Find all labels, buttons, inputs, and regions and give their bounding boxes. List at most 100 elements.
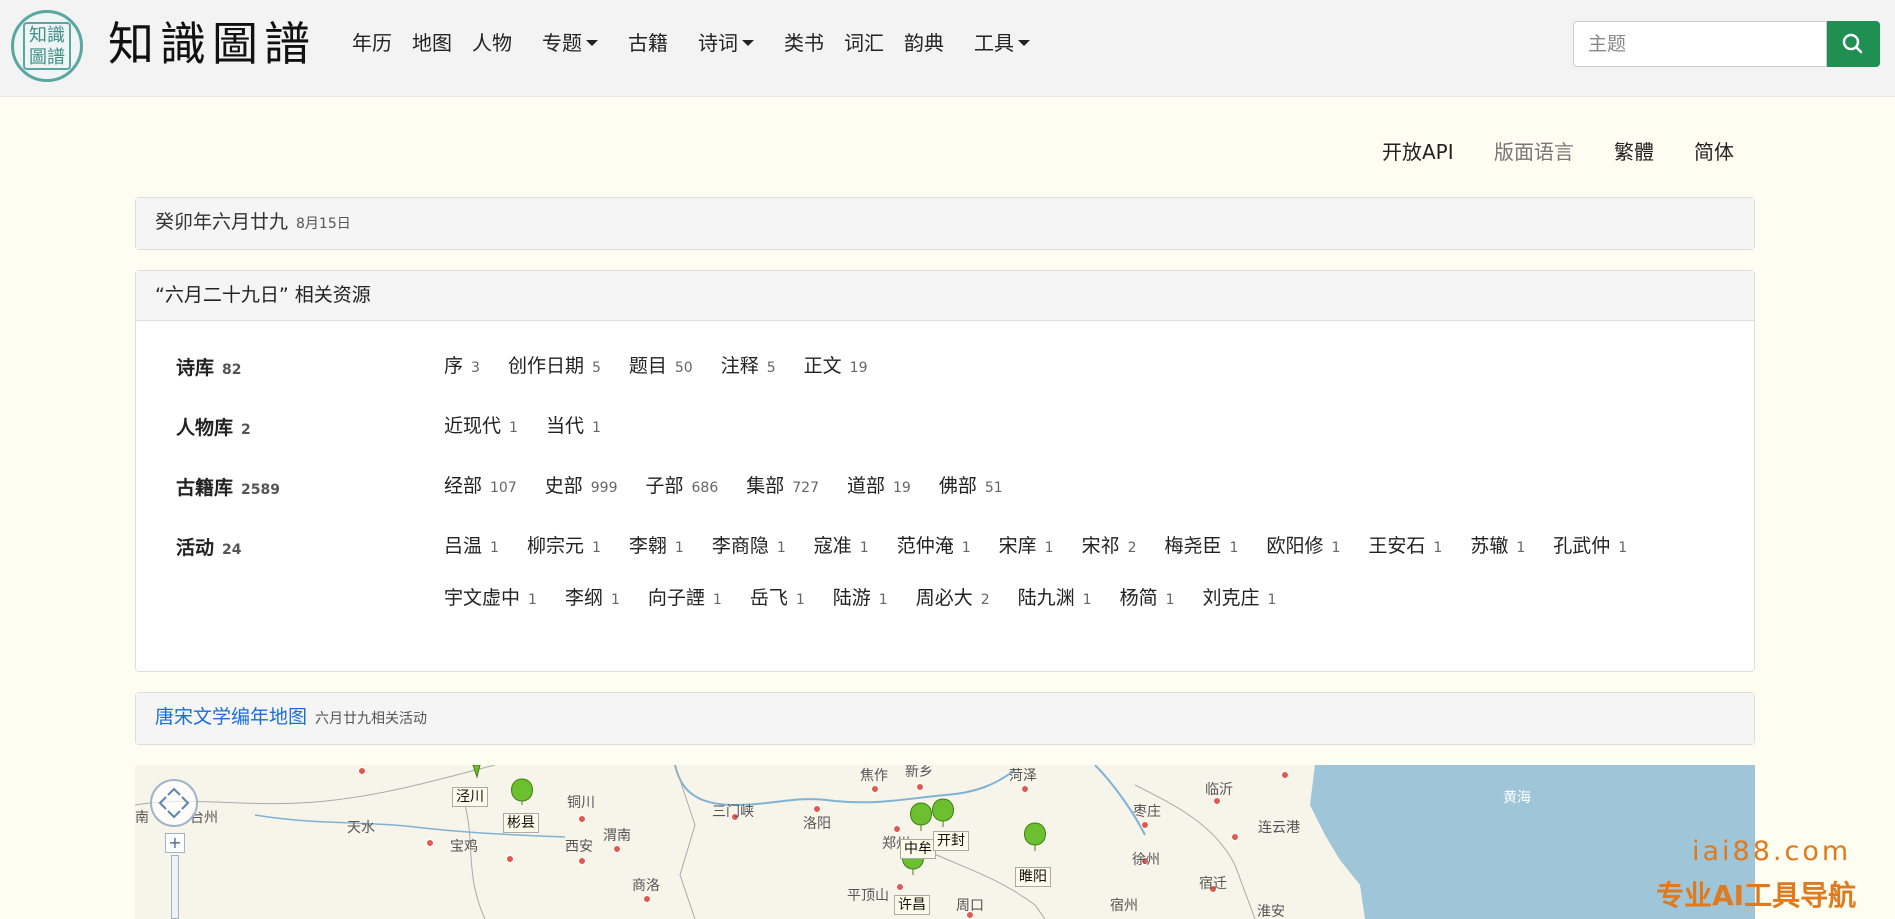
- resource-tag[interactable]: 子部 686: [646, 471, 719, 503]
- traditional-chinese-link[interactable]: 繁體: [1614, 137, 1654, 167]
- person-tag[interactable]: 苏辙 1: [1470, 531, 1525, 563]
- resource-tag[interactable]: 近现代 1: [444, 411, 518, 443]
- nav-item-vocabulary[interactable]: 词汇: [844, 28, 884, 58]
- nav-item-ancient-books[interactable]: 古籍: [628, 28, 668, 58]
- pan-arrows-icon: [158, 787, 190, 819]
- tag-label: 苏辙: [1470, 535, 1509, 557]
- zoom-in-button[interactable]: +: [165, 833, 185, 853]
- map-place-label: 洛阳: [803, 816, 831, 832]
- nav-item-topics-dropdown[interactable]: 专题: [542, 28, 598, 58]
- person-tag[interactable]: 宋庠 1: [999, 531, 1054, 563]
- resource-tag[interactable]: 史部 999: [545, 471, 618, 503]
- person-tag[interactable]: 陆九渊 1: [1018, 583, 1092, 615]
- person-tag[interactable]: 梅尧臣 1: [1165, 531, 1239, 563]
- person-tag[interactable]: 陆游 1: [833, 583, 888, 615]
- tag-label: 史部: [544, 475, 583, 497]
- nav-item-tools-dropdown[interactable]: 工具: [974, 28, 1030, 58]
- person-tag[interactable]: 李纲 1: [565, 583, 620, 615]
- nav-label: 韵典: [904, 31, 944, 55]
- resource-tag[interactable]: 道部 19: [847, 471, 911, 503]
- resource-tag[interactable]: 注释 5: [721, 351, 776, 383]
- resource-tag[interactable]: 经部 107: [444, 471, 517, 503]
- tag-label: 吕温: [444, 535, 483, 557]
- tag-label: 注释: [720, 355, 759, 377]
- resource-tag[interactable]: 集部 727: [746, 471, 819, 503]
- tag-label: 刘克庄: [1202, 587, 1260, 609]
- search-button[interactable]: [1827, 21, 1880, 67]
- category-poetry-db[interactable]: 诗库 82: [176, 353, 242, 380]
- tag-count: 51: [984, 480, 1003, 496]
- caret-down-icon: [586, 40, 598, 46]
- resource-tag[interactable]: 序3: [444, 351, 480, 383]
- nav-item-people[interactable]: 人物: [472, 28, 512, 58]
- nav-item-map[interactable]: 地图: [412, 28, 452, 58]
- person-tag[interactable]: 范仲淹 1: [897, 531, 971, 563]
- zoom-slider[interactable]: [171, 855, 179, 919]
- resource-tag[interactable]: 题目 50: [629, 351, 693, 383]
- map-place-label: 焦作: [860, 768, 888, 784]
- tag-label: 道部: [847, 475, 886, 497]
- site-logo-seal[interactable]: 知識圖譜: [11, 10, 83, 82]
- resource-tag[interactable]: 创作日期 5: [508, 351, 601, 383]
- person-tag[interactable]: 寇准 1: [814, 531, 869, 563]
- person-tag[interactable]: 周必大 2: [916, 583, 990, 615]
- person-tag[interactable]: 王安石 1: [1368, 531, 1442, 563]
- person-tag[interactable]: 向子諲 1: [648, 583, 722, 615]
- search-input[interactable]: [1573, 21, 1827, 67]
- map-marker-label[interactable]: 彬县: [503, 813, 539, 833]
- nav-item-calendar[interactable]: 年历: [352, 28, 392, 58]
- activity-map[interactable]: 南 台州 天水 宝鸡 铜川 西安 渭南 商洛 三门峡 洛阳 焦作 新乡 郑州 平…: [135, 765, 1755, 919]
- tag-count: 5: [766, 360, 776, 376]
- map-marker-label[interactable]: 睢阳: [1015, 867, 1051, 887]
- map-place-label: 连云港: [1258, 820, 1300, 836]
- map-panel: 唐宋文学编年地图 六月廿九相关活动: [135, 692, 1755, 745]
- person-tag[interactable]: 欧阳修 1: [1266, 531, 1340, 563]
- tag-count: 50: [674, 360, 693, 376]
- category-ancient-books-db[interactable]: 古籍库 2589: [176, 473, 280, 500]
- resource-tag[interactable]: 正文 19: [804, 351, 868, 383]
- chronology-map-link[interactable]: 唐宋文学编年地图: [155, 706, 307, 728]
- tag-count: 1: [528, 592, 537, 608]
- nav-item-leishu[interactable]: 类书: [784, 28, 824, 58]
- map-marker-label[interactable]: 许昌: [894, 895, 930, 915]
- nav-item-rhyme-dictionary[interactable]: 韵典: [904, 28, 944, 58]
- tag-count: 1: [961, 540, 971, 556]
- resource-tag[interactable]: 佛部 51: [939, 471, 1003, 503]
- tag-label: 杨简: [1119, 587, 1158, 609]
- category-activities[interactable]: 活动 24: [176, 533, 242, 560]
- person-tag[interactable]: 宋祁 2: [1082, 531, 1137, 563]
- map-place-label: 宝鸡: [450, 839, 478, 855]
- person-tag[interactable]: 岳飞 1: [750, 583, 805, 615]
- person-tag[interactable]: 宇文虚中 1: [444, 583, 537, 615]
- date-panel: 癸卯年六月廿九 8月15日: [135, 197, 1755, 250]
- simplified-chinese-link[interactable]: 简体: [1694, 137, 1734, 167]
- map-place-label: 三门峡: [712, 804, 754, 820]
- map-marker-label[interactable]: 中牟: [900, 839, 936, 859]
- tag-count: 999: [590, 480, 618, 496]
- open-api-link[interactable]: 开放API: [1382, 137, 1454, 167]
- tag-count: 1: [859, 540, 869, 556]
- category-people-db[interactable]: 人物库 2: [176, 413, 251, 440]
- nav-label: 专题: [542, 31, 582, 55]
- map-pan-control[interactable]: [150, 779, 198, 827]
- category-count: 2589: [241, 482, 280, 498]
- person-tag[interactable]: 李翱 1: [629, 531, 684, 563]
- person-tag[interactable]: 刘克庄 1: [1203, 583, 1277, 615]
- person-tag[interactable]: 柳宗元 1: [527, 531, 601, 563]
- category-count: 24: [222, 542, 242, 558]
- person-tag[interactable]: 李商隐 1: [712, 531, 786, 563]
- person-tag[interactable]: 杨简 1: [1120, 583, 1175, 615]
- person-tag[interactable]: 孔武仲 1: [1553, 531, 1627, 563]
- related-resources-panel: “六月二十九日” 相关资源 诗库 82 序3 创作日期 5 题目 50 注释 5 正文 1…: [135, 270, 1755, 672]
- tag-label: 经部: [444, 475, 483, 497]
- person-tag[interactable]: 吕温 1: [444, 531, 499, 563]
- solar-date: 8月15日: [296, 216, 351, 232]
- map-marker-label[interactable]: 泾川: [452, 787, 488, 807]
- nav-item-poetry-dropdown[interactable]: 诗词: [698, 28, 754, 58]
- tag-count: 1: [1044, 540, 1054, 556]
- site-title[interactable]: 知識圖譜: [108, 14, 316, 74]
- map-place-label: 西安: [565, 839, 593, 855]
- resource-tag[interactable]: 当代 1: [546, 411, 601, 443]
- map-marker-label[interactable]: 开封: [933, 831, 969, 851]
- interface-language-link[interactable]: 版面语言: [1494, 137, 1574, 167]
